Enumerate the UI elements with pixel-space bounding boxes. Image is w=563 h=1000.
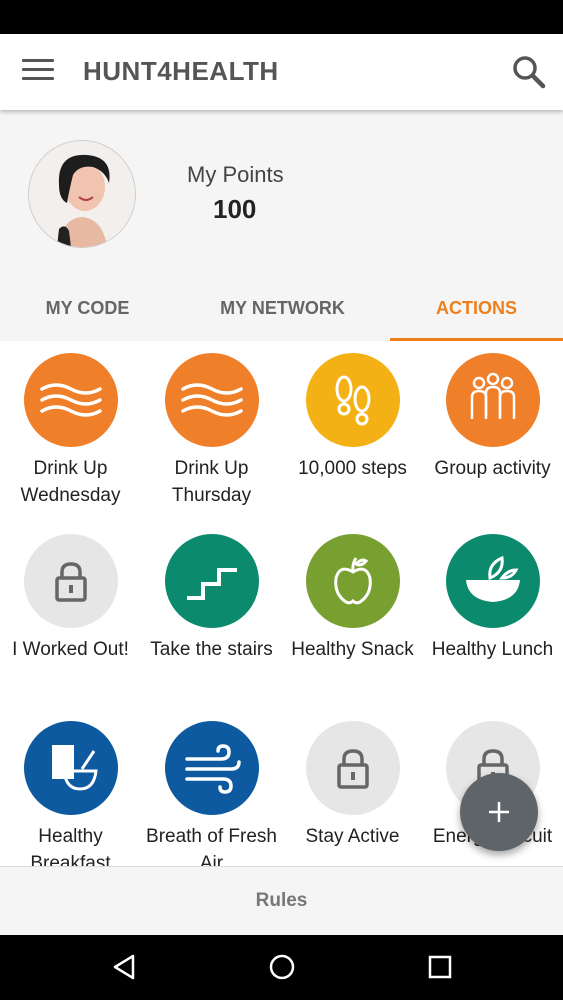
water-waves-icon (23, 353, 118, 447)
action-drink-up-thursday[interactable]: Drink Up Thursday (141, 353, 282, 509)
stairs-icon (164, 534, 259, 628)
add-action-button[interactable] (460, 773, 538, 851)
plus-icon (489, 802, 509, 822)
points-label: My Points (187, 162, 284, 187)
hamburger-menu-icon[interactable] (22, 59, 54, 87)
avatar[interactable] (28, 140, 136, 248)
action-label: Healthy Snack (291, 639, 414, 660)
action-label: Breath of Fresh Air (146, 826, 277, 866)
tab-my-network[interactable]: MY NETWORK (175, 280, 390, 341)
action-breath-of-fresh-air[interactable]: Breath of Fresh Air (141, 721, 282, 866)
profile-header: My Points 100 (0, 110, 563, 280)
lock-icon (23, 534, 118, 628)
lock-icon (305, 721, 400, 815)
wind-icon (164, 721, 259, 815)
action-label: Stay Active (305, 826, 400, 847)
action-label: I Worked Out! (12, 639, 129, 660)
cereal-bowl-icon (23, 721, 118, 815)
app-title: HUNT4HEALTH (83, 56, 279, 86)
action-label: Group activity (434, 458, 551, 479)
action-take-the-stairs[interactable]: Take the stairs (141, 534, 282, 663)
action-label: Drink Up Wednesday (20, 458, 121, 506)
tab-bar: MY CODE MY NETWORK ACTIONS (0, 280, 563, 341)
action-label: Healthy Breakfast (30, 826, 111, 866)
rules-button[interactable]: Rules (0, 867, 563, 935)
back-icon[interactable] (104, 947, 144, 987)
tab-actions[interactable]: ACTIONS (390, 280, 563, 341)
action-healthy-lunch[interactable]: Healthy Lunch (422, 534, 563, 663)
action-label: Drink Up Thursday (171, 458, 252, 506)
app-bar: HUNT4HEALTH (0, 34, 563, 110)
action-healthy-breakfast[interactable]: Healthy Breakfast (0, 721, 141, 866)
status-bar (0, 0, 563, 34)
action-i-worked-out[interactable]: I Worked Out! (0, 534, 141, 663)
tab-my-code[interactable]: MY CODE (0, 280, 175, 341)
water-waves-icon (164, 353, 259, 447)
points-value: 100 (213, 194, 257, 224)
apple-icon (305, 534, 400, 628)
action-label: 10,000 steps (298, 458, 407, 479)
recents-icon[interactable] (420, 947, 460, 987)
footprints-icon (305, 353, 400, 447)
action-10000-steps[interactable]: 10,000 steps (282, 353, 423, 482)
system-nav-bar (0, 934, 563, 1000)
salad-bowl-icon (445, 534, 540, 628)
group-people-icon (445, 353, 540, 447)
action-drink-up-wednesday[interactable]: Drink Up Wednesday (0, 353, 141, 509)
bottom-bar: Rules (0, 866, 563, 935)
action-healthy-snack[interactable]: Healthy Snack (282, 534, 423, 663)
home-icon[interactable] (262, 947, 302, 987)
action-group-activity[interactable]: Group activity (422, 353, 563, 482)
search-icon[interactable] (511, 54, 547, 90)
action-stay-active[interactable]: Stay Active (282, 721, 423, 850)
action-label: Healthy Lunch (431, 639, 554, 660)
action-label: Take the stairs (150, 639, 273, 660)
